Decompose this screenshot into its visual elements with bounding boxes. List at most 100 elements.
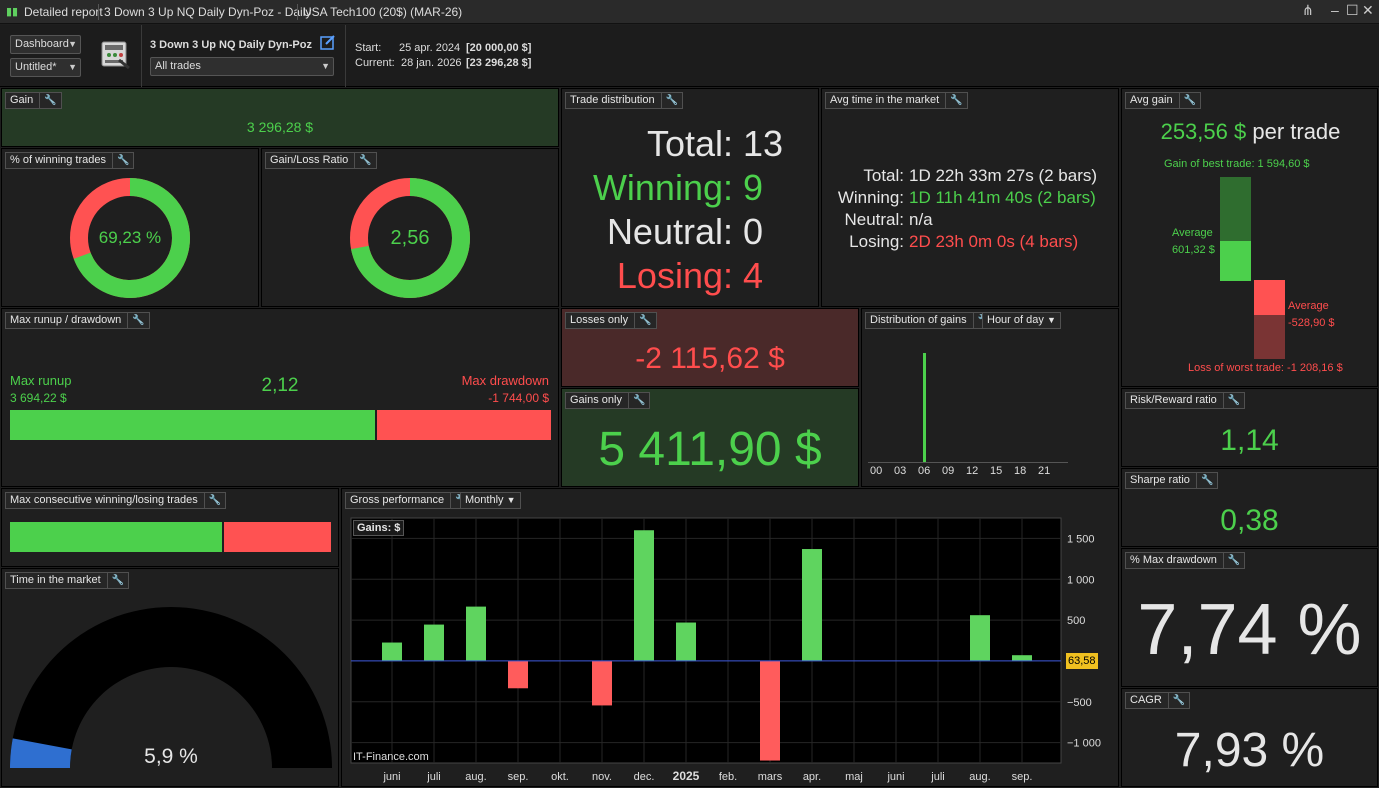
dist-gains-bar <box>923 353 926 462</box>
cagr-title[interactable]: CAGR 🔧 <box>1125 692 1191 709</box>
x-tick-label: apr. <box>803 771 821 783</box>
wrench-icon[interactable]: 🔧 <box>112 153 129 168</box>
gross-perf-bar[interactable] <box>676 622 696 661</box>
avg-time-neutral-value: n/a <box>909 210 933 229</box>
current-date: 28 jan. 2026 <box>401 57 462 69</box>
trade-distribution-panel: Trade distribution 🔧 Total: 13 Winning: 9 N… <box>561 88 819 307</box>
gain-value: 3 296,28 $ <box>246 119 314 135</box>
wrench-icon[interactable]: 🔧 <box>127 313 145 328</box>
hour-tick-label: 00 <box>870 465 883 477</box>
wrench-icon[interactable]: 🔧 <box>1167 693 1185 708</box>
chevron-down-icon: ▼ <box>68 39 77 49</box>
losses-only-title[interactable]: Losses only 🔧 <box>565 312 657 329</box>
gain-title[interactable]: Gain 🔧 <box>5 92 62 109</box>
wrench-icon[interactable]: 🔧 <box>39 93 57 108</box>
start-amount: [20 000,00 $] <box>466 42 532 54</box>
wrench-icon[interactable]: 🔧 <box>634 313 652 328</box>
x-tick-label: juli <box>426 771 440 783</box>
x-tick-label: okt. <box>551 771 569 783</box>
gross-perf-bar[interactable] <box>508 660 528 689</box>
start-date: 25 apr. 2024 <box>399 42 461 54</box>
wrench-icon[interactable]: 🔧 <box>1222 553 1240 568</box>
y-tick-label: 500 <box>1067 615 1085 627</box>
sharpe-title[interactable]: Sharpe ratio 🔧 <box>1125 472 1219 489</box>
risk-reward-title[interactable]: Risk/Reward ratio 🔧 <box>1125 392 1246 409</box>
dist-total-label: Total: <box>646 123 733 164</box>
gross-perf-bar[interactable] <box>592 660 612 706</box>
gross-perf-bar[interactable] <box>970 615 990 661</box>
wrench-icon[interactable]: 🔧 <box>203 493 221 508</box>
gross-perf-panel: Gross performance🔧 Monthly ▼ −1 000−5005… <box>341 488 1119 787</box>
chevron-down-icon: ▼ <box>321 61 330 71</box>
start-label: Start: <box>355 42 382 54</box>
x-tick-label: nov. <box>592 771 612 783</box>
gross-perf-bar[interactable] <box>1012 655 1032 661</box>
report-title: Detailed report <box>24 5 103 19</box>
consecutive-title[interactable]: Max consecutive winning/losing trades 🔧 <box>5 492 227 509</box>
drawdown-value: -1 744,00 $ <box>488 391 549 405</box>
wrench-icon[interactable]: 🔧 <box>1222 393 1240 408</box>
gross-perf-chart[interactable]: −1 000 −500 500 1 000 1 500 juni juli aug. sep.… <box>342 489 1119 787</box>
x-tick-label: juni <box>382 771 400 783</box>
layout-select-value: Untitled* <box>15 61 57 73</box>
close-icon[interactable]: ✕ <box>1362 2 1374 19</box>
gross-perf-bar[interactable] <box>802 549 822 661</box>
runup-bar-fill <box>10 410 378 440</box>
gross-perf-bar[interactable] <box>466 606 486 661</box>
wrench-icon[interactable]: 🔧 <box>945 93 963 108</box>
x-tick-label: maj <box>845 771 863 783</box>
avg-gain-title[interactable]: Avg gain 🔧 <box>1125 92 1202 109</box>
x-tick-label: mars <box>758 771 783 783</box>
gains-only-title[interactable]: Gains only 🔧 <box>565 392 651 409</box>
trades-filter-value: All trades <box>155 60 201 72</box>
max-dd-title[interactable]: % Max drawdown 🔧 <box>1125 552 1246 569</box>
strategy-name: 3 Down 3 Up NQ Daily Dyn-Poz <box>150 39 312 51</box>
x-tick-label: aug. <box>465 771 486 783</box>
x-tick-label: juli <box>930 771 944 783</box>
share-icon[interactable]: ⋔ <box>1302 2 1314 19</box>
risk-reward-value: 1,14 <box>1220 424 1279 457</box>
avg-time-title[interactable]: Avg time in the market 🔧 <box>825 92 968 109</box>
consecutive-panel: Max consecutive winning/losing trades 🔧 <box>1 488 339 567</box>
current-amount: [23 296,28 $] <box>466 57 532 69</box>
wrench-icon[interactable]: 🔧 <box>627 393 645 408</box>
minimize-icon[interactable]: – <box>1331 2 1339 18</box>
gain-loss-panel: Gain/Loss Ratio 🔧 2,56 <box>261 148 559 307</box>
wrench-icon[interactable]: 🔧 <box>354 153 372 168</box>
wrench-icon[interactable]: 🔧 <box>1178 93 1196 108</box>
hour-tick-label: 18 <box>1014 465 1027 477</box>
dist-gains-title[interactable]: Distribution of gains🔧 <box>865 312 996 329</box>
gain-loss-title[interactable]: Gain/Loss Ratio 🔧 <box>265 152 377 169</box>
risk-reward-panel: Risk/Reward ratio 🔧 1,14 <box>1121 388 1378 467</box>
strategy-icon[interactable] <box>101 40 131 70</box>
edit-icon[interactable] <box>320 34 336 50</box>
maximize-icon[interactable]: ☐ <box>1346 2 1359 19</box>
dist-gains-dropdown[interactable]: Hour of day ▼ <box>982 312 1061 329</box>
time-market-panel: Time in the market 🔧 5,9 % <box>1 568 339 787</box>
view-select[interactable]: Dashboard ▼ <box>10 35 81 54</box>
gross-perf-bar[interactable] <box>382 642 402 661</box>
wrench-icon[interactable]: 🔧 <box>1195 473 1213 488</box>
hour-tick-label: 09 <box>942 465 955 477</box>
hour-tick-label: 03 <box>894 465 907 477</box>
dist-neutral-value: 0 <box>743 211 764 252</box>
worst-trade-bar <box>1254 315 1285 359</box>
runup-panel: Max runup / drawdown 🔧 Max runup 3 694,22… <box>1 308 559 487</box>
trade-distribution-title[interactable]: Trade distribution 🔧 <box>565 92 684 109</box>
gross-perf-bar[interactable] <box>760 660 780 761</box>
y-tick-label: −1 000 <box>1067 738 1101 750</box>
layout-select[interactable]: Untitled* ▼ <box>10 58 81 77</box>
gross-perf-bar[interactable] <box>424 624 444 661</box>
trades-filter-select[interactable]: All trades ▼ <box>150 57 334 76</box>
wrench-icon[interactable]: 🔧 <box>660 93 678 108</box>
current-label: Current: <box>355 57 395 69</box>
drawdown-label: Max drawdown <box>461 373 549 388</box>
winning-pct-title[interactable]: % of winning trades 🔧 <box>5 152 135 169</box>
avg-time-total-label: Total: <box>863 166 904 185</box>
dist-losing-value: 4 <box>743 255 764 296</box>
report-header: Dashboard ▼ Untitled* ▼ 3 Down 3 Up NQ D… <box>0 25 1379 87</box>
avg-gain-bar-label: Average <box>1172 227 1213 239</box>
app-chart-icon: ▮▮ <box>6 6 19 18</box>
runup-title[interactable]: Max runup / drawdown 🔧 <box>5 312 150 329</box>
gross-perf-bar[interactable] <box>634 530 654 661</box>
